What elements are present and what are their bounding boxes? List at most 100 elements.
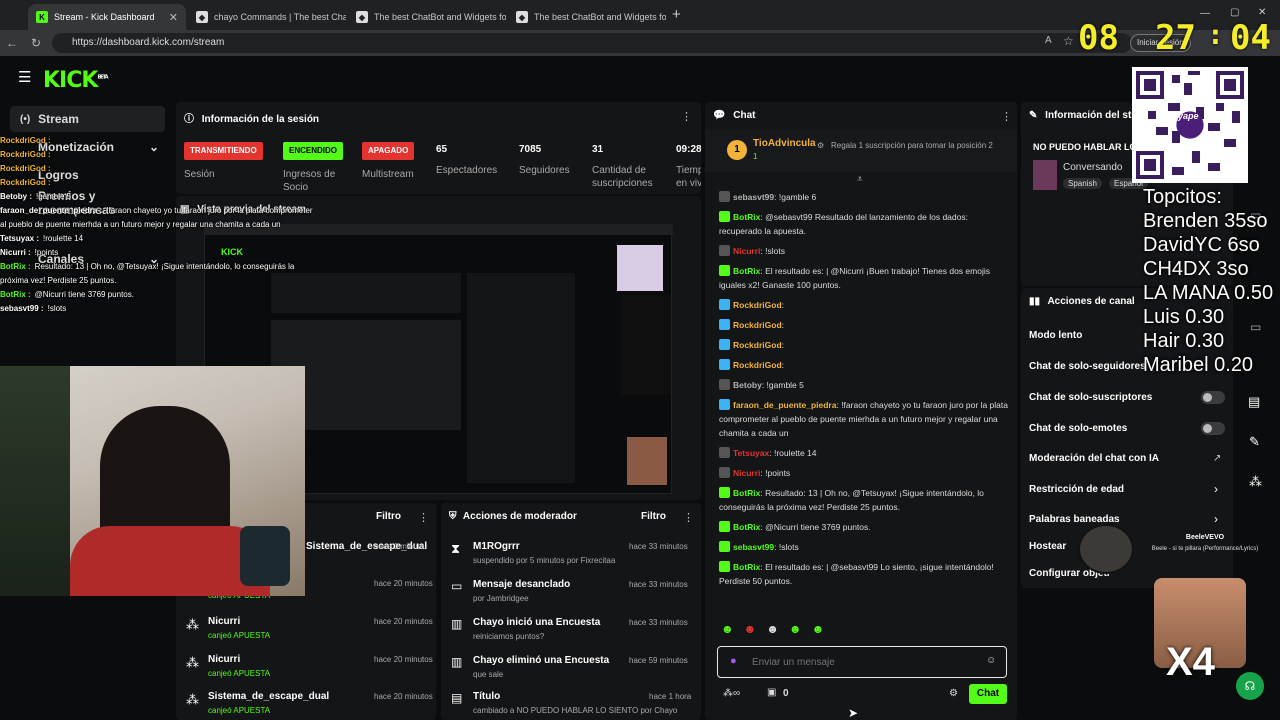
chevron-right-icon: › xyxy=(1214,512,1218,526)
url-field[interactable]: https://dashboard.kick.com/stream xyxy=(52,33,1132,53)
infinity-points-icon[interactable]: ⁂∞ xyxy=(723,688,740,699)
overlay-chat-user: RockdriGod : xyxy=(0,136,51,145)
microphone-icon[interactable]: ● xyxy=(730,655,737,667)
chat-username[interactable]: BotRix xyxy=(733,266,760,276)
rail-points-icon[interactable]: ⁂ xyxy=(1249,474,1262,490)
overlay-chat-line: RockdriGod : xyxy=(0,148,320,162)
collapse-icon[interactable]: ⩡ xyxy=(857,174,863,185)
emote-icon[interactable]: ☻ xyxy=(812,622,825,642)
more-options-icon[interactable]: ⋮ xyxy=(1001,110,1012,123)
top-donor-entry: CH4DX 3so xyxy=(1143,258,1249,280)
chat-input-box[interactable]: ● ☺ xyxy=(717,646,1007,678)
actions-icon: ▮▮ xyxy=(1029,296,1041,307)
action-slow-mode[interactable]: Modo lento xyxy=(1029,330,1082,341)
chat-username[interactable]: Tetsuyax xyxy=(733,448,769,458)
chat-username[interactable]: Nicurri xyxy=(733,246,760,256)
back-icon[interactable]: ← xyxy=(4,35,20,51)
emote-icon[interactable]: ☻ xyxy=(721,622,734,642)
chat-username[interactable]: BotRix xyxy=(733,488,760,498)
emoji-icon[interactable]: ☺ xyxy=(986,655,996,666)
action-emotes-only[interactable]: Chat de solo-emotes xyxy=(1029,423,1127,434)
chat-username[interactable]: RockdriGod xyxy=(733,340,782,350)
points-store-icon[interactable]: ▣ xyxy=(767,687,776,698)
overlay-chat-line: RockdriGod : xyxy=(0,176,320,190)
mod-action-time: hace 59 minutos xyxy=(629,656,688,665)
star-icon[interactable]: ☆ xyxy=(1063,34,1074,48)
kick-logo[interactable]: KICKBETA xyxy=(43,68,109,93)
chat-text: @Nicurri tiene 3769 puntos. xyxy=(765,522,871,532)
sidebar-item-stream[interactable]: (•) Stream xyxy=(10,106,165,132)
tag-chip: Spanish xyxy=(1063,178,1102,189)
chat-username[interactable]: BotRix xyxy=(733,522,760,532)
tab-chatbot-widgets[interactable]: ◆ The best ChatBot and Widgets for ✕ xyxy=(348,4,506,30)
activity-user: Nicurri xyxy=(208,654,241,665)
music-artist: BeeleVEVO xyxy=(1185,534,1225,541)
maximize-icon[interactable]: ▢ xyxy=(1230,7,1239,18)
chat-username[interactable]: BotRix xyxy=(733,212,760,222)
translate-icon[interactable]: A xyxy=(1045,35,1052,46)
activity-action: canjeó APUESTA xyxy=(208,706,271,715)
reload-icon[interactable]: ↻ xyxy=(28,35,44,51)
action-host-channel[interactable]: Hostear canal xyxy=(1029,541,1069,552)
chat-username[interactable]: Betoby xyxy=(733,380,762,390)
activity-user: Sistema_de_escape_dual xyxy=(208,691,330,702)
menu-icon[interactable]: ☰ xyxy=(18,68,31,86)
panel-title: ▮▮ Acciones de canal xyxy=(1029,296,1135,307)
more-options-icon[interactable]: ⋮ xyxy=(681,110,692,123)
chat-username[interactable]: sebasvt99 xyxy=(733,542,774,552)
mod-action-main: M1ROgrrr xyxy=(473,541,520,552)
emote-icon[interactable]: ☻ xyxy=(766,622,779,642)
kick-header: ☰ KICKBETA xyxy=(0,56,1280,100)
settings-gear-icon[interactable]: ⚙ xyxy=(949,688,958,699)
mod-action-item: ▥ Chayo eliminó una Encuesta que sale ha… xyxy=(441,651,701,687)
chat-username[interactable]: faraon_de_puente_piedra xyxy=(733,400,836,410)
chat-username[interactable]: sebasvt99 xyxy=(733,192,774,202)
chat-icon: 💬 xyxy=(713,110,726,121)
chat-input[interactable] xyxy=(752,653,972,671)
action-age-restriction[interactable]: Restricción de edad xyxy=(1029,484,1124,495)
action-subs-only[interactable]: Chat de solo-suscriptores xyxy=(1029,392,1152,403)
send-chat-button[interactable]: Chat xyxy=(969,684,1007,704)
emotes-only-toggle[interactable] xyxy=(1201,422,1225,435)
more-options-icon[interactable]: ⋮ xyxy=(418,511,429,524)
close-icon[interactable]: ✕ xyxy=(169,11,178,24)
new-tab-icon[interactable]: + xyxy=(672,6,681,23)
url-text: https://dashboard.kick.com/stream xyxy=(72,37,225,48)
filter-button[interactable]: Filtro xyxy=(376,511,401,522)
pinned-user[interactable]: TioAdvincula xyxy=(753,138,816,149)
more-options-icon[interactable]: ⋮ xyxy=(683,511,694,524)
activity-item: ⁂ Nicurri canjeó APUESTA hace 20 minutos xyxy=(176,611,436,647)
yape-label: yape xyxy=(1178,111,1199,121)
filter-button[interactable]: Filtro xyxy=(641,511,666,522)
mod-action-item: ▤ Título cambiado a NO PUEDO HABLAR LO S… xyxy=(441,687,701,720)
action-ai-moderation[interactable]: Moderación del chat con IA xyxy=(1029,453,1159,464)
rail-tools-icon[interactable]: ▤ xyxy=(1248,394,1260,410)
subs-only-toggle[interactable] xyxy=(1201,391,1225,404)
chat-username[interactable]: RockdriGod xyxy=(733,300,782,310)
broadcast-icon: (•) xyxy=(20,113,31,125)
overlay-chat-user: Betoby : xyxy=(0,192,32,201)
chat-username[interactable]: RockdriGod xyxy=(733,320,782,330)
chat-message: Tetsuyax: !roulette 14 xyxy=(719,446,1009,460)
chat-message-list[interactable]: sebasvt99: !gamble 6 BotRix: @sebasvt99 R… xyxy=(705,188,1017,618)
tab-stream-dashboard[interactable]: K Stream - Kick Dashboard ✕ xyxy=(28,4,186,30)
chat-message: sebasvt99: !slots xyxy=(719,540,1009,554)
emote-icon[interactable]: ☻ xyxy=(744,622,757,642)
chat-badge-icon xyxy=(719,299,730,310)
hourglass-icon: ⧗ xyxy=(451,541,461,556)
window-close-icon[interactable]: ✕ xyxy=(1258,7,1266,18)
chat-username[interactable]: Nicurri xyxy=(733,468,760,478)
tab-chayo-commands[interactable]: ◆ chayo Commands | The best Chatb ✕ xyxy=(188,4,346,30)
emote-icon[interactable]: ☻ xyxy=(789,622,802,642)
qr-pattern-icon xyxy=(1136,71,1244,179)
rail-wrench-icon[interactable]: ✎ xyxy=(1249,434,1260,450)
action-followers-only[interactable]: Chat de solo-seguidores xyxy=(1029,361,1146,372)
tab-title: chayo Commands | The best Chatb xyxy=(214,12,346,22)
mod-action-sub: reiniciamos puntos? xyxy=(473,632,545,641)
logo-text: KICK xyxy=(43,68,98,93)
top-donor-entry: DavidYC 6so xyxy=(1143,234,1260,256)
support-icon[interactable]: ☊ xyxy=(1236,672,1264,700)
chat-username[interactable]: BotRix xyxy=(733,562,760,572)
tab-chatbot-widgets-2[interactable]: ◆ The best ChatBot and Widgets for ✕ xyxy=(508,4,666,30)
chat-username[interactable]: RockdriGod xyxy=(733,360,782,370)
